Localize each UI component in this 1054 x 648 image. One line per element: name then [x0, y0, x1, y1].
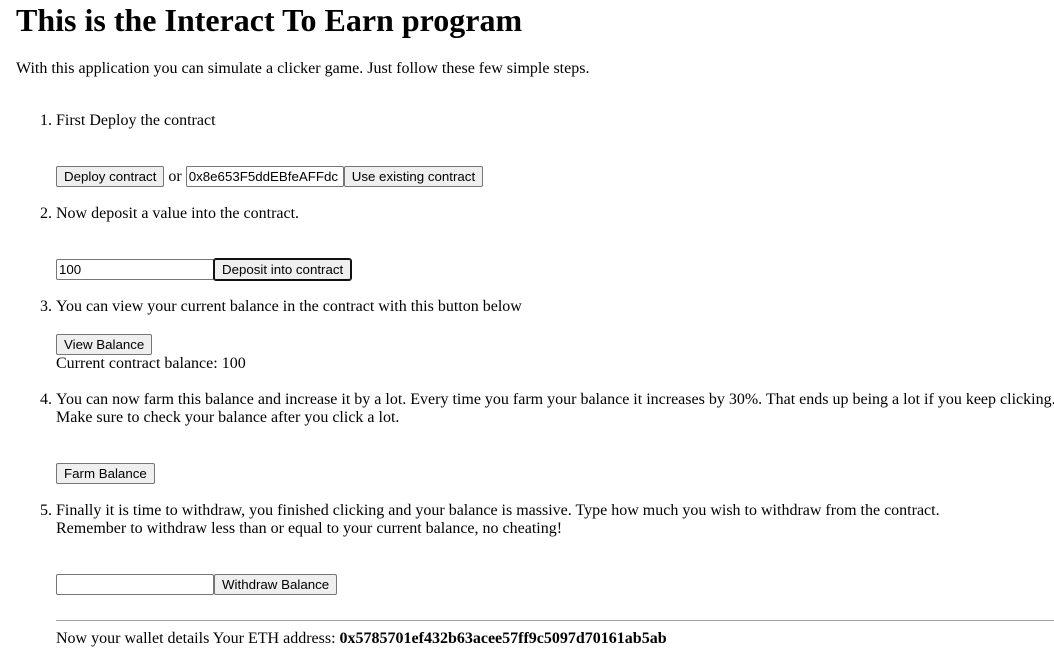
farm-balance-button[interactable]: Farm Balance [56, 463, 155, 484]
deposit-amount-input[interactable] [56, 259, 214, 280]
wallet-details: Now your wallet details Your ETH address… [56, 630, 667, 648]
step-2-text: Now deposit a value into the contract. [56, 205, 300, 222]
withdraw-row: Withdraw Balance [56, 574, 338, 595]
use-existing-contract-button[interactable]: Use existing contract [343, 166, 484, 187]
wallet-prefix-text: Now your wallet details Your ETH address… [56, 630, 336, 647]
deploy-row: Deploy contract or Use existing contract [56, 166, 484, 187]
step-2-number: 2. [40, 205, 52, 222]
step-4-number: 4. [40, 391, 52, 408]
divider [56, 620, 1054, 621]
deposit-row: Deposit into contract [56, 258, 353, 281]
step-4-text: You can now farm this balance and increa… [56, 391, 1054, 408]
withdraw-amount-input[interactable] [56, 574, 214, 595]
eth-address: 0x5785701ef432b63acee57ff9c5097d70161ab5… [339, 630, 667, 647]
step-5-text-line2: Remember to withdraw less than or equal … [56, 520, 563, 537]
deploy-contract-button[interactable]: Deploy contract [56, 166, 165, 187]
page-title: This is the Interact To Earn program [16, 2, 523, 38]
view-balance-button[interactable]: View Balance [56, 334, 153, 355]
step-4-text-line2: Make sure to check your balance after yo… [56, 409, 400, 426]
step-3-text: You can view your current balance in the… [56, 298, 522, 315]
current-balance-text: Current contract balance: 100 [56, 355, 246, 372]
farm-row: Farm Balance [56, 463, 155, 484]
step-3-number: 3. [40, 298, 52, 315]
step-5-text: Finally it is time to withdraw, you fini… [56, 502, 940, 519]
or-text: or [168, 167, 182, 185]
contract-address-input[interactable] [185, 166, 344, 187]
step-1-number: 1. [40, 112, 52, 129]
intro-text: With this application you can simulate a… [16, 60, 590, 77]
deposit-into-contract-button[interactable]: Deposit into contract [212, 258, 353, 281]
view-balance-row: View Balance [56, 334, 153, 355]
withdraw-balance-button[interactable]: Withdraw Balance [214, 574, 338, 595]
step-1-text: First Deploy the contract [56, 112, 216, 129]
step-5-number: 5. [40, 502, 52, 519]
